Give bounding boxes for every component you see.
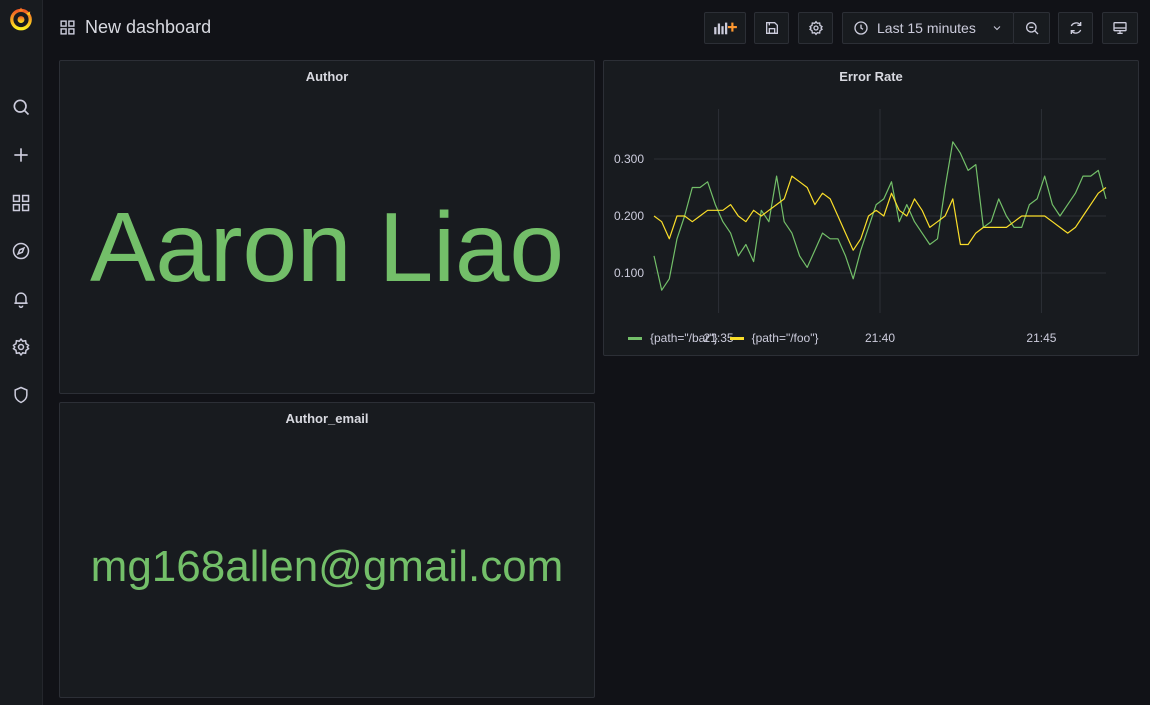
dashboard-grid-icon bbox=[60, 20, 75, 35]
legend-swatch bbox=[628, 336, 642, 340]
top-navbar: New dashboard Last 15 minutes bbox=[43, 0, 1150, 56]
save-icon bbox=[765, 22, 778, 34]
search-icon[interactable] bbox=[7, 93, 35, 121]
legend-swatch bbox=[729, 336, 744, 340]
clock-icon bbox=[854, 21, 868, 35]
plus-icon[interactable] bbox=[7, 141, 35, 169]
panel-title[interactable]: Author_email bbox=[60, 411, 594, 426]
author-stat-value: Aaron Liao bbox=[89, 192, 565, 302]
y-tick-label: 0.200 bbox=[614, 209, 644, 223]
time-range-picker[interactable]: Last 15 minutes bbox=[842, 12, 1014, 44]
refresh-icon bbox=[1070, 22, 1081, 34]
panel-title[interactable]: Error Rate bbox=[604, 69, 1138, 84]
monitor-icon bbox=[1113, 22, 1127, 34]
y-tick-label: 0.100 bbox=[614, 266, 644, 280]
time-range-label: Last 15 minutes bbox=[877, 20, 976, 36]
dashboards-icon[interactable] bbox=[7, 189, 35, 217]
legend-item-bar[interactable]: {path="/bar"} bbox=[628, 331, 718, 345]
dashboard-settings-button[interactable] bbox=[798, 12, 833, 44]
sidebar bbox=[0, 0, 43, 705]
error-rate-chart[interactable]: 0.1000.2000.30021:35 21:40 21:45 bbox=[604, 87, 1138, 347]
save-dashboard-button[interactable] bbox=[754, 12, 789, 44]
explore-icon[interactable] bbox=[7, 237, 35, 265]
gear-icon bbox=[808, 20, 823, 36]
grafana-logo-icon[interactable] bbox=[7, 5, 35, 33]
panel-title[interactable]: Author bbox=[60, 69, 594, 84]
chart-legend: {path="/bar"} {path="/foo"} bbox=[628, 331, 819, 345]
author-panel[interactable]: Author Aaron Liao bbox=[59, 60, 595, 394]
add-panel-button[interactable] bbox=[704, 12, 746, 44]
zoom-out-icon bbox=[1025, 22, 1038, 35]
tv-mode-button[interactable] bbox=[1102, 12, 1138, 44]
legend-label: {path="/foo"} bbox=[751, 331, 819, 345]
refresh-button[interactable] bbox=[1058, 12, 1093, 44]
chevron-down-icon bbox=[993, 26, 1001, 31]
author-email-panel[interactable]: Author_email mg168allen@gmail.com bbox=[59, 402, 595, 698]
y-tick-label: 0.300 bbox=[614, 152, 644, 166]
error-rate-panel[interactable]: Error Rate 0.100 0.200 0.300 21:35 21:40 21:4… bbox=[603, 60, 1139, 356]
legend-item-foo[interactable]: {path="/foo"} bbox=[729, 331, 819, 345]
x-tick-label: 21:45 bbox=[1026, 331, 1056, 345]
legend-label: {path="/bar"} bbox=[650, 331, 718, 345]
shield-icon[interactable] bbox=[7, 381, 35, 409]
zoom-out-button[interactable] bbox=[1013, 12, 1050, 44]
dashboard-title-area[interactable]: New dashboard bbox=[59, 17, 211, 38]
x-tick-label: 21:40 bbox=[865, 331, 895, 345]
page-title[interactable]: New dashboard bbox=[85, 17, 211, 38]
settings-gear-icon[interactable] bbox=[7, 333, 35, 361]
author-email-stat-value: mg168allen@gmail.com bbox=[90, 542, 564, 591]
add-panel-icon bbox=[714, 22, 737, 35]
alert-bell-icon[interactable] bbox=[7, 285, 35, 313]
